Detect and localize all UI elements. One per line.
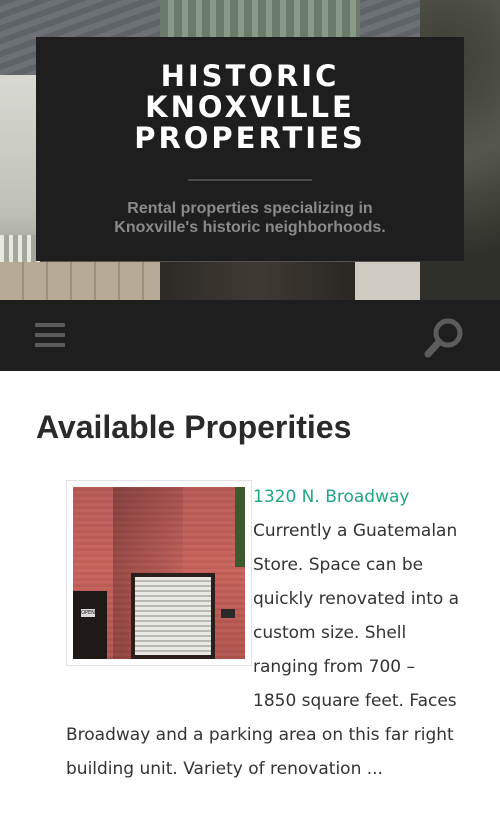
tagline-line: Knoxville's historic neighborhoods. [114, 219, 386, 236]
description-line: Currently a Guatemalan [253, 521, 458, 541]
open-sign: OPEN [81, 609, 95, 617]
site-title-line[interactable]: HISTORIC [36, 61, 464, 92]
search-button[interactable] [422, 316, 466, 360]
description-line: ranging from 700 – [253, 657, 415, 677]
property-photo: OPEN [73, 487, 245, 659]
storefront-door [73, 591, 107, 659]
description-line: Store. Space can be [253, 555, 424, 575]
search-icon [424, 318, 463, 358]
hamburger-menu-icon [35, 333, 65, 337]
decorative-trim [160, 0, 360, 40]
description-line: Broadway and a parking area on this far … [66, 725, 454, 745]
property-title-link[interactable]: 1320 N. Broadway [253, 485, 483, 509]
page-title: Available Properities [36, 409, 352, 445]
description-line: quickly renovated into a [253, 589, 460, 609]
tagline-line: Rental properties specializing in [127, 200, 373, 217]
site-tagline: Rental properties specializing in Knoxvi… [66, 199, 434, 237]
description-line: building unit. Variety of renovation ... [66, 759, 383, 779]
vine [235, 487, 245, 567]
header-background-image: HISTORIC KNOXVILLE PROPERTIES Rental pro… [0, 0, 500, 300]
stone-foundation [0, 262, 160, 300]
hamburger-menu-icon [35, 343, 65, 347]
roll-shutter [135, 577, 211, 655]
navigation-bar [0, 300, 500, 371]
porch-railing [0, 235, 40, 265]
site-title-line[interactable]: KNOXVILLE [36, 92, 464, 123]
hamburger-menu-icon [35, 323, 65, 327]
entry-door [160, 262, 355, 300]
property-thumbnail[interactable]: OPEN [66, 480, 252, 666]
mailbox [221, 609, 235, 618]
menu-toggle-button[interactable] [32, 320, 68, 350]
site-title-line[interactable]: PROPERTIES [36, 123, 464, 154]
description-line: 1850 square feet. Faces [253, 691, 457, 711]
title-divider [188, 179, 312, 181]
site-title[interactable]: HISTORIC KNOXVILLE PROPERTIES [36, 61, 464, 154]
description-line: custom size. Shell [253, 623, 407, 643]
site-branding: HISTORIC KNOXVILLE PROPERTIES Rental pro… [36, 37, 464, 261]
garage-door [131, 573, 215, 659]
stone-column [355, 262, 425, 300]
